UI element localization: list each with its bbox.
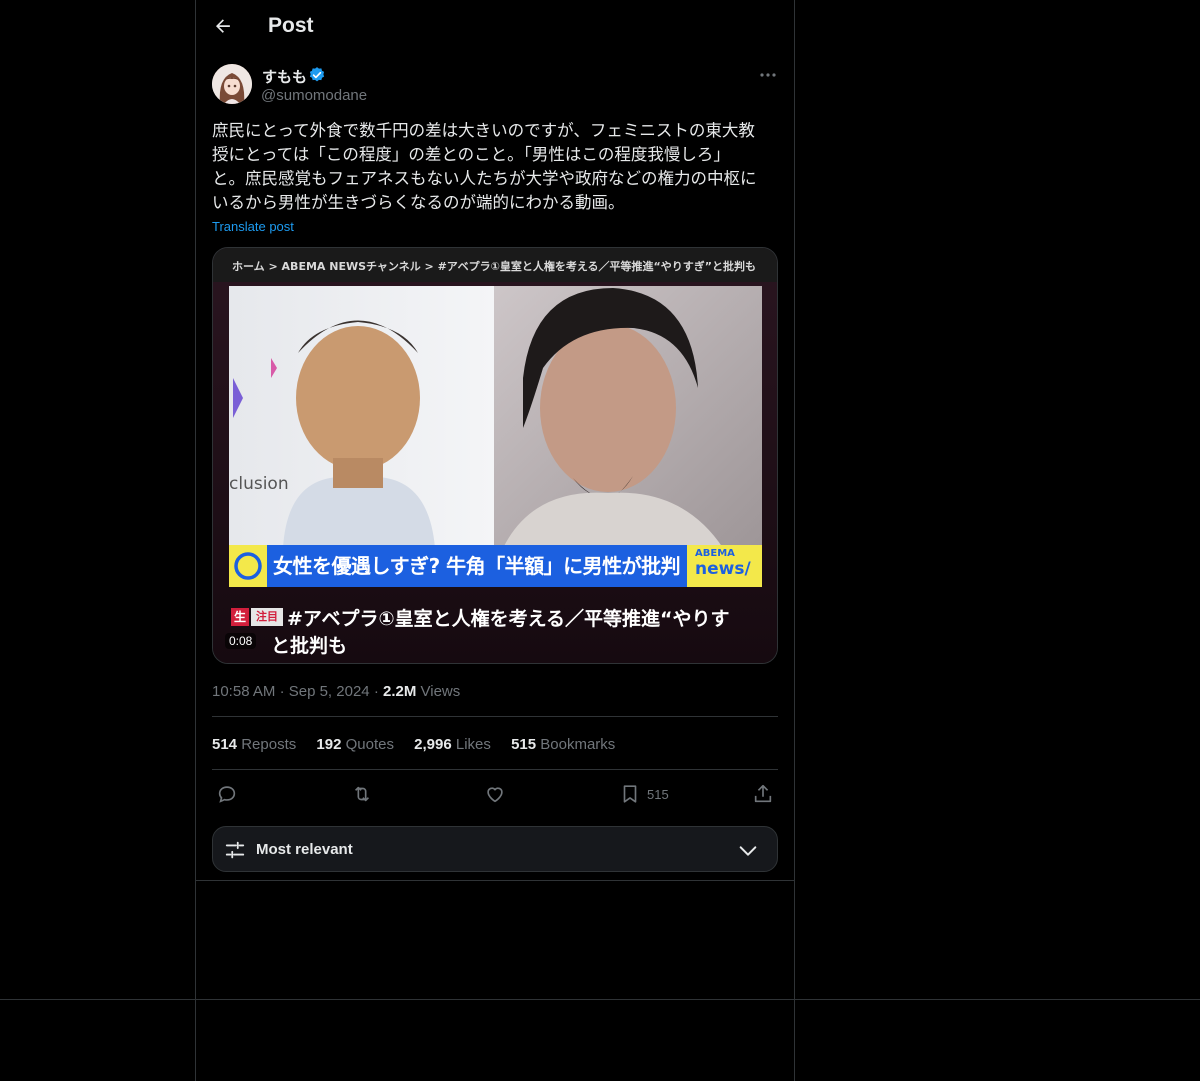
meta-separator: · — [279, 683, 289, 700]
bookmark-icon — [623, 785, 637, 803]
divider — [212, 716, 778, 717]
verified-badge-icon — [309, 67, 325, 82]
video-caption: 女性を優遇しすぎ? 牛角「半額」に男性が批判 — [273, 554, 681, 578]
reposts-stat[interactable]: 514 Reposts — [212, 736, 296, 753]
video-timecode: 0:08 — [225, 633, 257, 649]
avatar-image — [212, 64, 252, 104]
chevron-down-icon — [739, 846, 757, 856]
sort-label: Most relevant — [256, 841, 353, 858]
post-column: Post すもも @sumomodane 庶民にとって外食で数千円の差は大きいの… — [195, 0, 795, 1081]
hot-tag: 注目 — [251, 608, 283, 626]
video-side-text: clusion — [229, 474, 289, 494]
bookmarks-count: 515 — [511, 736, 537, 753]
page-title: Post — [268, 14, 314, 37]
post-date[interactable]: Sep 5, 2024 — [289, 683, 370, 700]
bookmarks-label: Bookmarks — [540, 736, 616, 753]
bookmark-count: 515 — [647, 786, 669, 802]
bookmark-button[interactable]: 515 — [619, 782, 669, 806]
reply-button[interactable] — [216, 782, 238, 806]
reply-icon — [218, 786, 236, 803]
repost-button[interactable] — [350, 782, 374, 806]
live-tag: 生 — [231, 608, 249, 626]
sort-replies-dropdown[interactable]: Most relevant — [212, 826, 778, 872]
quotes-label: Quotes — [345, 736, 394, 753]
author-display-name[interactable]: すもも — [262, 66, 307, 87]
reposts-count: 514 — [212, 736, 238, 753]
likes-stat[interactable]: 2,996 Likes — [414, 736, 491, 753]
post-stats: 514 Reposts 192 Quotes 2,996 Likes 515 B… — [212, 736, 631, 753]
reposts-label: Reposts — [241, 736, 297, 753]
post-text: 庶民にとって外食で数千円の差は大きいのですが、フェミニストの東大教 授にとっては… — [212, 121, 757, 212]
action-bar: 515 — [196, 782, 794, 808]
post-header: Post — [196, 0, 794, 53]
views-count: 2.2M — [382, 683, 417, 700]
share-button[interactable] — [752, 782, 774, 806]
likes-count: 2,996 — [414, 736, 452, 753]
post-time[interactable]: 10:58 AM — [212, 683, 275, 700]
bookmarks-stat[interactable]: 515 Bookmarks — [511, 736, 615, 753]
quotes-count: 192 — [316, 736, 342, 753]
divider — [196, 880, 794, 881]
repost-icon — [354, 786, 370, 802]
divider — [212, 769, 778, 770]
views-label: Views — [420, 683, 461, 700]
like-icon — [487, 787, 503, 803]
video-breadcrumb: ホーム > ABEMA NEWSチャンネル > #アベプラ①皇室と人権を考える／… — [232, 260, 757, 273]
sliders-icon — [225, 841, 245, 859]
like-button[interactable] — [484, 782, 506, 806]
back-button[interactable] — [210, 13, 236, 39]
author-handle[interactable]: @sumomodane — [261, 87, 367, 104]
share-icon — [754, 784, 772, 803]
back-arrow-icon — [215, 19, 230, 33]
video-title-line2: と批判も — [271, 635, 348, 657]
abema-logo-top: ABEMA — [695, 548, 735, 559]
translate-post-link[interactable]: Translate post — [212, 219, 294, 234]
video-frame — [213, 248, 777, 663]
post-metadata: 10:58 AM · Sep 5, 2024 · 2.2M Views — [212, 683, 460, 700]
likes-label: Likes — [455, 736, 491, 753]
video-player[interactable]: ホーム > ABEMA NEWSチャンネル > #アベプラ①皇室と人権を考える／… — [212, 247, 778, 664]
abema-logo-bottom: news/ — [695, 559, 751, 579]
quotes-stat[interactable]: 192 Quotes — [316, 736, 394, 753]
video-title-line1: #アベプラ①皇室と人権を考える／平等推進“やりす — [287, 608, 730, 630]
meta-separator: · — [373, 683, 383, 700]
avatar[interactable] — [212, 64, 252, 104]
more-options-icon[interactable] — [757, 66, 779, 84]
